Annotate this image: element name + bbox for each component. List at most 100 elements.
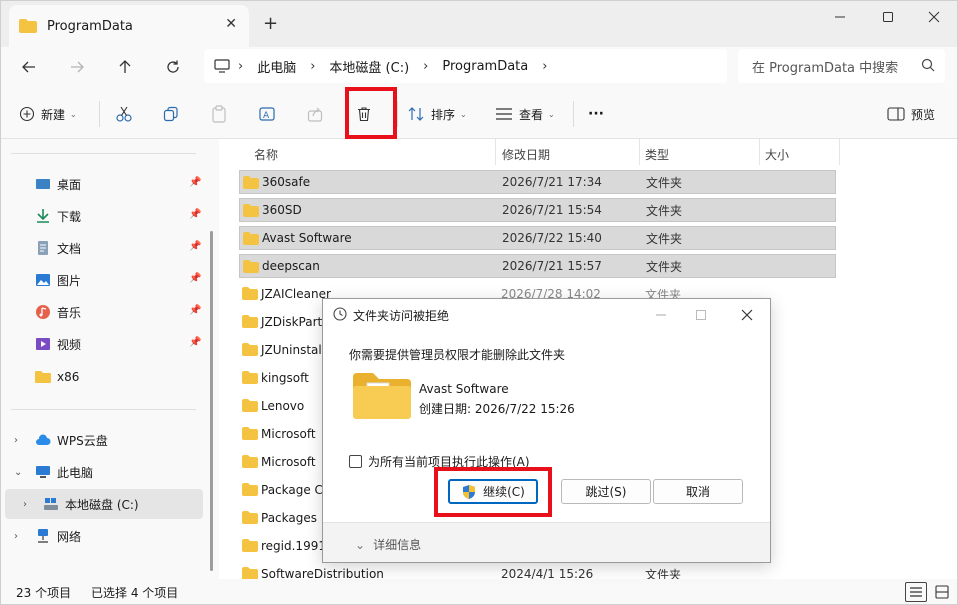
folder-icon [243,232,259,245]
sidebar-item-x86[interactable]: x86 [35,365,79,389]
drive-icon [44,498,58,510]
cloud-icon [36,434,51,445]
share-button[interactable] [307,101,329,127]
copy-icon [163,106,178,122]
new-label: 新建 [41,107,66,122]
chevron-right-icon[interactable]: › [14,531,18,542]
chevron-down-icon: ⌄ [460,109,467,119]
dialog-minimize-button[interactable] [646,303,676,327]
file-name: Lenovo [261,399,305,413]
sort-button[interactable]: 排序 ⌄ [407,101,467,127]
arrow-right-icon [71,61,84,73]
details-view-button[interactable] [905,582,927,602]
chevron-right-icon: › [542,58,548,74]
document-icon [38,241,48,255]
sidebar-item-downloads[interactable]: 下载 [35,204,81,228]
skip-button[interactable]: 跳过(S) [561,479,651,504]
checkbox-box[interactable] [349,455,362,468]
chevron-right-icon[interactable]: › [14,435,18,446]
pin-icon: 📌 [189,177,202,188]
sidebar-item-desktop[interactable]: 桌面 [35,172,81,196]
sidebar-item-music[interactable]: 音乐 [35,300,81,324]
new-button[interactable]: 新建 ⌄ [19,101,77,127]
toolbar-divider [99,101,100,127]
sidebar-scrollbar[interactable] [210,231,213,571]
new-tab-button[interactable]: + [263,13,278,34]
pin-icon: 📌 [189,305,202,316]
up-button[interactable] [111,53,139,81]
address-bar[interactable]: › 此电脑 › 本地磁盘 (C:) › ProgramData › [204,49,727,83]
sort-icon [408,107,424,121]
sidebar-item-pictures[interactable]: 图片 [35,268,81,292]
minimize-button[interactable] [817,1,863,33]
delete-highlight-box [345,87,397,139]
tab-programdata[interactable]: ProgramData ✕ [9,5,249,47]
scissors-icon [116,106,132,122]
close-window-button[interactable] [911,1,957,33]
file-name: Packages [261,511,317,525]
tab-close-icon[interactable]: ✕ [225,16,237,32]
file-type: 文件夹 [646,259,683,274]
preview-pane-button[interactable]: 预览 [887,101,935,127]
table-row[interactable]: 360SD 2026/7/21 15:54 文件夹 [239,198,836,222]
more-options-button[interactable]: ··· [588,101,604,127]
tiles-view-button[interactable] [931,582,953,602]
table-row[interactable]: deepscan 2026/7/21 15:57 文件夹 [239,254,836,278]
column-header-date[interactable]: 修改日期 [502,143,550,165]
folder-icon [35,371,51,383]
file-date: 2026/7/21 15:57 [502,259,602,273]
chevron-right-icon[interactable]: › [23,499,27,510]
chevron-right-icon: › [238,58,244,74]
details-toggle[interactable]: ⌄ 详细信息 [355,536,421,553]
column-header-name[interactable]: 名称 [254,143,278,165]
file-name: deepscan [262,259,320,273]
chevron-down-icon[interactable]: ⌄ [14,467,22,478]
file-name: 360safe [262,175,311,189]
details-label: 详细信息 [373,538,422,552]
breadcrumb-this-pc[interactable]: 此电脑 [257,57,296,76]
column-divider [839,139,840,165]
arrow-up-icon [119,60,131,73]
file-date: 2026/7/21 15:54 [502,203,602,217]
preview-label: 预览 [911,107,936,122]
pin-icon: 📌 [189,273,202,284]
column-header-type[interactable]: 类型 [645,143,669,165]
column-divider [495,139,496,165]
chevron-down-icon: ⌄ [355,537,366,552]
copy-button[interactable] [163,101,185,127]
sidebar-item-local-disk[interactable]: 本地磁盘 (C:) [43,492,139,516]
back-button[interactable] [15,53,43,81]
arrow-left-icon [22,61,35,73]
file-name: kingsoft [261,371,309,385]
rename-icon: A [259,107,275,121]
clipboard-icon [212,105,226,123]
sidebar-item-videos[interactable]: 视频 [35,332,81,356]
breadcrumb-programdata[interactable]: ProgramData [442,59,528,74]
maximize-button[interactable] [865,1,911,33]
search-placeholder: 在 ProgramData 中搜索 [752,60,899,76]
computer-icon [36,466,50,478]
sidebar-item-this-pc[interactable]: 此电脑 [35,460,93,484]
dialog-close-button[interactable] [732,303,762,327]
search-input[interactable]: 在 ProgramData 中搜索 [738,49,945,83]
breadcrumb-local-disk[interactable]: 本地磁盘 (C:) [329,57,409,76]
rename-button[interactable]: A [259,101,283,127]
refresh-button[interactable] [159,53,187,81]
folder-icon [242,315,258,328]
command-bar: 新建 ⌄ A 排序 ⌄ 查看 ⌄ ··· 预览 [1,87,957,139]
clock-icon [333,307,347,321]
chevron-down-icon: ⌄ [548,109,555,119]
sidebar-item-documents[interactable]: 文档 [35,236,81,260]
forward-button[interactable] [63,53,91,81]
sidebar-item-label: 网络 [57,529,82,544]
cut-button[interactable] [115,101,139,127]
sidebar-item-wps-cloud[interactable]: WPS云盘 [35,428,108,452]
table-row[interactable]: Avast Software 2026/7/22 15:40 文件夹 [239,226,836,250]
sidebar-item-network[interactable]: 网络 [35,524,81,548]
paste-button[interactable] [211,101,233,127]
column-header-size[interactable]: 大小 [765,143,789,165]
cancel-button[interactable]: 取消 [653,479,743,504]
dialog-maximize-button[interactable] [686,303,716,327]
view-button[interactable]: 查看 ⌄ [495,101,555,127]
table-row[interactable]: 360safe 2026/7/21 17:34 文件夹 [239,170,836,194]
